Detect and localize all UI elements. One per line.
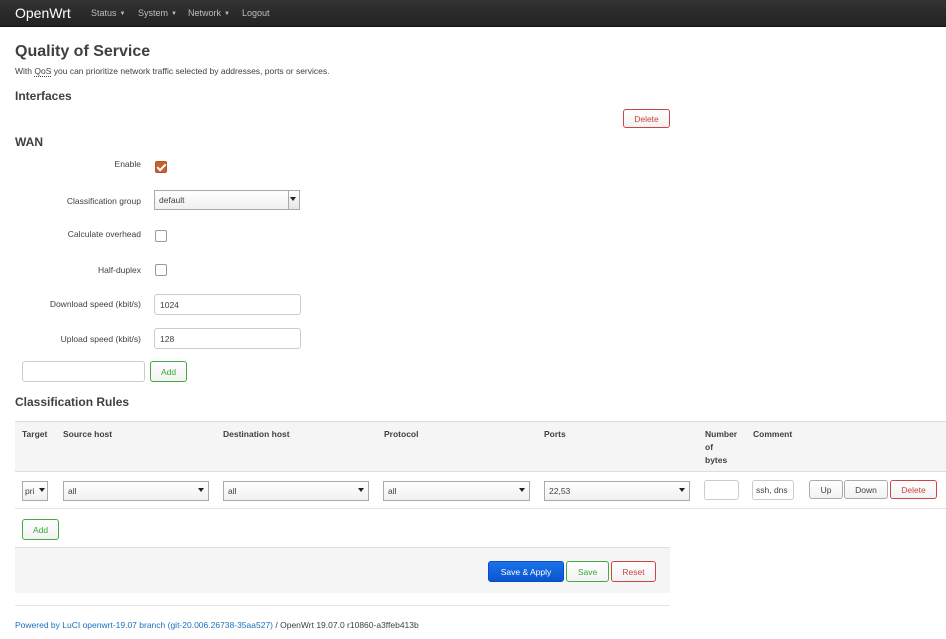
desc-prefix: With — [15, 66, 35, 76]
classification-group-select[interactable]: default — [154, 190, 300, 210]
nav-network-label: Network — [188, 8, 222, 18]
number-of-bytes-input[interactable] — [704, 480, 739, 500]
add-rule-button[interactable]: Add — [22, 519, 59, 540]
navbar: OpenWrt Status ▼ System ▼ Network ▼ Logout — [0, 0, 946, 27]
form-actions-bar: Save & Apply Save Reset — [15, 547, 670, 593]
target-value: pri — [25, 486, 35, 496]
enable-checkbox[interactable] — [155, 161, 167, 173]
chevron-down-icon: ▼ — [119, 11, 126, 17]
target-select[interactable]: pri — [22, 481, 48, 501]
chevron-down-icon — [290, 197, 296, 201]
nav-system-label: System — [138, 8, 169, 18]
comment-input[interactable]: ssh, dns — [752, 480, 794, 500]
qos-abbr: QoS — [34, 66, 52, 77]
nav-status-label: Status — [91, 8, 117, 18]
chevron-down-icon — [679, 488, 685, 492]
move-down-button[interactable]: Down — [844, 480, 888, 499]
classification-group-label: Classification group — [66, 196, 141, 206]
th-destination-host: Destination host — [223, 429, 290, 439]
protocol-value: all — [388, 486, 397, 496]
th-protocol: Protocol — [384, 429, 419, 439]
classification-rules-title: Classification Rules — [15, 395, 130, 409]
th-comment: Comment — [753, 429, 793, 439]
chevron-down-icon — [519, 488, 525, 492]
th-ports: Ports — [544, 429, 566, 439]
download-speed-input[interactable]: 1024 — [154, 294, 301, 315]
reset-button[interactable]: Reset — [611, 561, 656, 582]
page-title: Quality of Service — [15, 43, 151, 60]
calculate-overhead-checkbox[interactable] — [155, 230, 167, 242]
chevron-down-icon — [358, 488, 364, 492]
nav-logout-link[interactable]: Logout — [242, 8, 270, 18]
half-duplex-checkbox[interactable] — [155, 264, 167, 276]
upload-speed-input[interactable]: 128 — [154, 328, 301, 349]
upload-speed-label: Upload speed (kbit/s) — [60, 334, 141, 344]
ports-value: 22,53 — [549, 486, 571, 496]
interfaces-section-title: Interfaces — [15, 89, 72, 103]
move-up-button[interactable]: Up — [809, 480, 843, 499]
new-interface-name-input[interactable] — [22, 361, 145, 382]
chevron-down-icon: ▼ — [224, 11, 230, 17]
download-speed-label: Download speed (kbit/s) — [49, 299, 141, 309]
chevron-down-icon: ▼ — [171, 11, 177, 17]
destination-host-select[interactable]: all — [223, 481, 369, 501]
footer-version: / OpenWrt 19.07.0 r10860-a3ffeb413b — [273, 620, 419, 630]
delete-interface-button[interactable]: Delete — [623, 109, 670, 128]
page-description: With QoS you can prioritize network traf… — [15, 66, 330, 77]
destination-host-value: all — [228, 486, 237, 496]
chevron-down-icon — [39, 488, 45, 492]
enable-label: Enable — [114, 159, 141, 169]
desc-suffix: you can prioritize network traffic selec… — [51, 66, 330, 76]
table-row: pri all all all 22,53 ssh, dns Up Down D… — [15, 473, 946, 509]
th-target: Target — [22, 429, 48, 439]
source-host-value: all — [68, 486, 77, 496]
nav-network-menu[interactable]: Network ▼ — [188, 8, 230, 18]
nav-status-menu[interactable]: Status ▼ — [91, 8, 125, 18]
rules-table-header: Target Source host Destination host Prot… — [15, 421, 946, 472]
wan-section-title: WAN — [15, 135, 43, 149]
classification-group-value: default — [159, 195, 185, 205]
luci-link[interactable]: Powered by LuCI openwrt-19.07 branch (gi… — [15, 620, 273, 630]
protocol-select[interactable]: all — [383, 481, 530, 501]
delete-rule-button[interactable]: Delete — [890, 480, 937, 499]
footer-divider — [15, 605, 670, 606]
add-interface-button[interactable]: Add — [150, 361, 187, 382]
ports-select[interactable]: 22,53 — [544, 481, 690, 501]
th-bytes-line1: Number — [705, 429, 738, 439]
footer: Powered by LuCI openwrt-19.07 branch (gi… — [15, 620, 419, 630]
save-button[interactable]: Save — [566, 561, 609, 582]
th-source-host: Source host — [63, 429, 113, 439]
brand-logo[interactable]: OpenWrt — [15, 5, 71, 21]
calculate-overhead-label: Calculate overhead — [67, 229, 141, 239]
th-bytes-line2: of — [705, 442, 714, 452]
half-duplex-label: Half-duplex — [98, 265, 141, 275]
th-bytes-line3: bytes — [705, 455, 728, 465]
nav-system-menu[interactable]: System ▼ — [138, 8, 177, 18]
th-number-of-bytes: Number of bytes — [705, 428, 737, 467]
save-apply-button[interactable]: Save & Apply — [488, 561, 564, 582]
chevron-down-icon — [198, 488, 204, 492]
source-host-select[interactable]: all — [63, 481, 209, 501]
